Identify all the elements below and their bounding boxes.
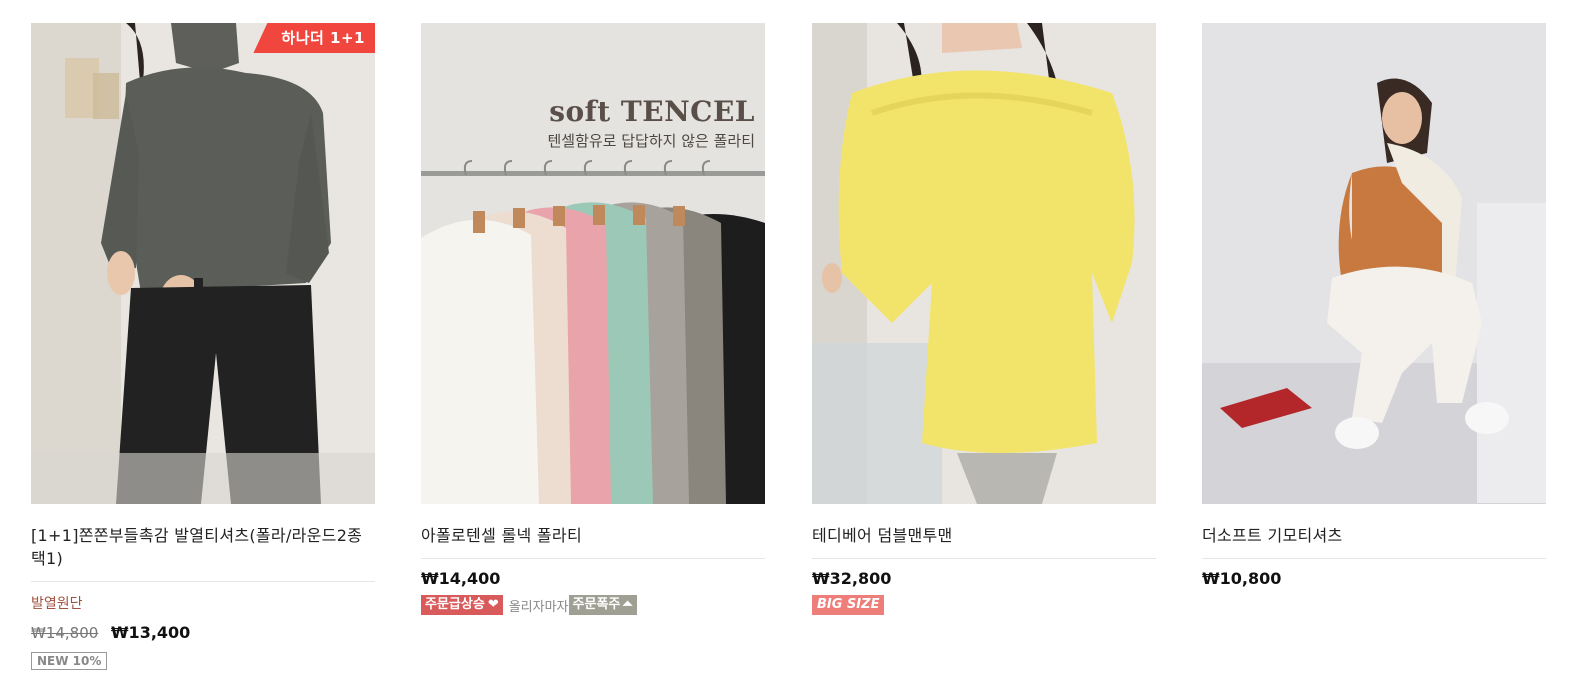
divider [1202,558,1546,559]
product-title[interactable]: 테디베어 덤블맨투맨 [812,524,1156,547]
product-title[interactable]: [1+1]쫀쫀부들촉감 발열티셔츠(폴라/라운드2종택1) [31,524,375,570]
image-overlay-subtitle: 텐셀함유로 답답하지 않은 폴라티 [547,132,755,150]
product-card: 하나더 1+1 [1+1]쫀쫀부들촉감 발열티셔츠(폴라/라운드2종택1) 발열… [31,23,375,671]
divider [812,558,1156,559]
product-card: soft TENCEL 텐셀함유로 답답하지 않은 폴라티 아폴로텐셀 롤넥 폴… [421,23,765,615]
product-grid: 하나더 1+1 [1+1]쫀쫀부들촉감 발열티셔츠(폴라/라운드2종택1) 발열… [0,0,1596,686]
product-image[interactable]: soft TENCEL 텐셀함유로 답답하지 않은 폴라티 [421,23,765,504]
sale-price: ₩10,800 [1202,569,1282,588]
price-row: ₩10,800 [1202,569,1546,588]
price-row: ₩32,800 [812,569,1156,588]
up-arrow-icon: ⏶ [622,597,633,612]
tag-row: NEW 10% [31,651,375,671]
big-size-tag: BIG SIZE [812,595,885,615]
product-subtitle: 발열원단 [31,596,83,612]
divider [421,558,765,559]
price-row: ₩14,400 [421,569,765,588]
hot-order-tag: 주문급상승 ❤ [421,595,503,615]
rush-order-tag: 주문폭주 ⏶ [568,595,637,615]
new-discount-tag: NEW 10% [31,652,108,670]
product-card: 더소프트 기모티셔츠 ₩10,800 [1202,23,1546,588]
product-title[interactable]: 아폴로텐셀 롤넥 폴라티 [421,524,765,547]
divider [31,581,375,582]
tag-row: BIG SIZE [812,595,1156,615]
price-row: ₩14,800 ₩13,400 [31,623,375,642]
product-card: 테디베어 덤블맨투맨 ₩32,800 BIG SIZE [812,23,1156,615]
heart-icon: ❤ [487,597,499,612]
hot-order-label: 주문급상승 [425,597,485,612]
sale-price: ₩32,800 [812,569,892,588]
sale-price: ₩14,400 [421,569,501,588]
promo-badge: 하나더 1+1 [253,23,375,53]
product-image[interactable] [1202,23,1546,504]
rush-order-label: 주문폭주 [572,597,621,612]
product-title[interactable]: 더소프트 기모티셔츠 [1202,524,1546,547]
product-image[interactable]: 하나더 1+1 [31,23,375,504]
tag-row: 주문급상승 ❤ 올리자마자 주문폭주 ⏶ [421,595,765,615]
original-price: ₩14,800 [31,624,99,642]
soon-label: 올리자마자 [508,599,569,615]
sale-price: ₩13,400 [110,623,191,642]
product-image[interactable] [812,23,1156,504]
rush-group: 올리자마자 주문폭주 ⏶ [509,595,637,615]
image-overlay-title: soft TENCEL [549,95,755,128]
